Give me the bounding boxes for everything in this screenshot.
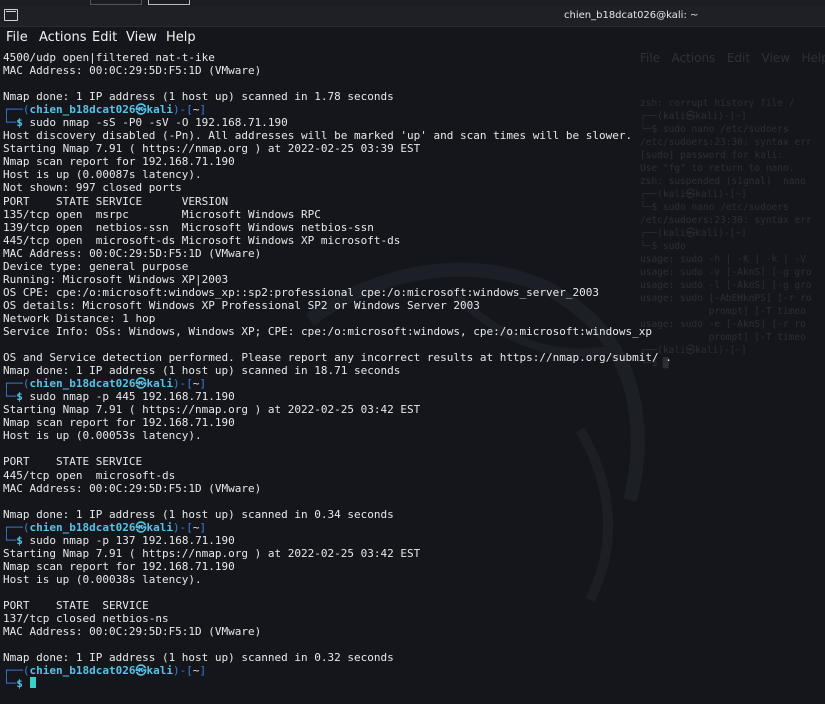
prompt-frame: ]: [199, 520, 207, 534]
prompt-frame: └─: [3, 677, 17, 691]
command-text: sudo nmap -p 445 192.168.71.190: [29, 390, 235, 404]
prompt-line: ┌──(chien_b18dcat026㉿kali)-[~]: [3, 521, 825, 534]
prompt-frame: ┌──(: [3, 664, 30, 678]
terminal-line: 139/tcp open netbios-ssn Microsoft Windo…: [3, 220, 374, 234]
prompt-frame: ]: [199, 103, 207, 117]
prompt-dollar: $: [16, 390, 30, 404]
menu-help[interactable]: Help: [166, 30, 196, 45]
prompt-user: chien_b18dcat026: [29, 520, 136, 534]
terminal-line: Host is up (0.00053s latency).: [3, 429, 202, 443]
prompt-separator: ㉿: [135, 520, 147, 534]
terminal-line: Nmap scan report for 192.168.71.190: [3, 416, 235, 430]
terminal-line: Starting Nmap 7.91 ( https://nmap.org ) …: [3, 403, 421, 417]
terminal-line: Nmap done: 1 IP address (1 host up) scan…: [3, 90, 394, 104]
window-titlebar: chien_b18dcat026@kali: ~: [0, 6, 825, 27]
terminal-line: MAC Address: 00:0C:29:5D:F5:1D (VMware): [3, 625, 262, 639]
prompt-separator: ㉿: [135, 664, 147, 678]
command-line: └─$ sudo nmap -p 137 192.168.71.190: [3, 534, 825, 547]
prompt-dollar: $: [16, 116, 30, 130]
prompt-frame: └─: [3, 390, 17, 404]
terminal-line: Nmap done: 1 IP address (1 host up) scan…: [3, 364, 401, 378]
menu-file[interactable]: File: [6, 30, 28, 45]
terminal-line: Nmap scan report for 192.168.71.190: [3, 155, 235, 169]
prompt-host: kali: [146, 103, 173, 117]
terminal-line: Host is up (0.00038s latency).: [3, 572, 202, 586]
terminal-line: OS CPE: cpe:/o:microsoft:windows_xp::sp2…: [3, 285, 600, 299]
terminal-line: Service Info: OSs: Windows, Windows XP; …: [3, 324, 653, 338]
command-line: └─$ sudo nmap -p 445 192.168.71.190: [3, 390, 825, 403]
input-line: └─$: [3, 677, 825, 690]
terminal-line: PORT STATE SERVICE: [3, 598, 149, 612]
taskbar-tab-active[interactable]: [148, 0, 190, 5]
prompt-frame: └─: [3, 116, 17, 130]
taskbar-tab[interactable]: [90, 0, 142, 5]
prompt-frame: ]: [199, 377, 207, 391]
terminal-line: Nmap done: 1 IP address (1 host up) scan…: [3, 507, 394, 521]
prompt-host: kali: [146, 520, 173, 534]
prompt-line: ┌──(chien_b18dcat026㉿kali)-[~]: [3, 664, 825, 677]
prompt-frame: ┌──(: [3, 377, 30, 391]
prompt-frame: └─: [3, 533, 17, 547]
prompt-user: chien_b18dcat026: [29, 664, 136, 678]
terminal-line: MAC Address: 00:0C:29:5D:F5:1D (VMware): [3, 481, 262, 495]
terminal-line: Host is up (0.00087s latency).: [3, 168, 202, 182]
terminal-line: Running: Microsoft Windows XP|2003: [3, 272, 229, 286]
terminal-line: Host discovery disabled (-Pn). All addre…: [3, 129, 633, 143]
terminal-line: 4500/udp open|filtered nat-t-ike: [3, 51, 215, 64]
terminal-line: PORT STATE SERVICE: [3, 455, 143, 469]
menu-actions[interactable]: Actions: [39, 30, 87, 45]
terminal-line: Device type: general purpose: [3, 259, 189, 273]
terminal-line: PORT STATE SERVICE VERSION: [3, 194, 229, 208]
terminal-line: 137/tcp closed netbios-ns: [3, 612, 169, 626]
prompt-frame: ┌──(: [3, 520, 30, 534]
prompt-frame: ┌──(: [3, 103, 30, 117]
prompt-host: kali: [146, 664, 173, 678]
command-text: sudo nmap -p 137 192.168.71.190: [29, 533, 235, 547]
menu-edit[interactable]: Edit: [92, 30, 117, 45]
text-cursor[interactable]: [29, 677, 36, 689]
prompt-separator: ㉿: [135, 377, 147, 391]
terminal-line: Starting Nmap 7.91 ( https://nmap.org ) …: [3, 546, 421, 560]
prompt-line: ┌──(chien_b18dcat026㉿kali)-[~]: [3, 377, 825, 390]
terminal-line: Nmap done: 1 IP address (1 host up) scan…: [3, 651, 394, 665]
terminal-line: 445/tcp open microsoft-ds Microsoft Wind…: [3, 233, 401, 247]
terminal-line: OS details: Microsoft Windows XP Profess…: [3, 298, 480, 312]
prompt-separator: ㉿: [135, 103, 147, 117]
terminal-line: MAC Address: 00:0C:29:5D:F5:1D (VMware): [3, 246, 262, 260]
command-line: └─$ sudo nmap -sS -P0 -sV -O 192.168.71.…: [3, 116, 825, 129]
prompt-user: chien_b18dcat026: [29, 377, 136, 391]
terminal-line: 445/tcp open microsoft-ds: [3, 468, 176, 482]
prompt-frame: ]: [199, 664, 207, 678]
prompt-frame: )-[: [172, 664, 193, 678]
prompt-frame: )-[: [172, 520, 193, 534]
menu-view[interactable]: View: [126, 30, 157, 45]
terminal-line: Not shown: 997 closed ports: [3, 181, 182, 195]
window-title: chien_b18dcat026@kali: ~: [564, 10, 699, 21]
prompt-dollar: $: [16, 533, 30, 547]
terminal-line: Starting Nmap 7.91 ( https://nmap.org ) …: [3, 142, 421, 156]
prompt-dollar: $: [16, 677, 30, 691]
terminal-icon[interactable]: [4, 9, 18, 21]
prompt-user: chien_b18dcat026: [29, 103, 136, 117]
prompt-frame: )-[: [172, 103, 193, 117]
command-text: sudo nmap -sS -P0 -sV -O 192.168.71.190: [29, 116, 288, 130]
prompt-frame: )-[: [172, 377, 193, 391]
prompt-line: ┌──(chien_b18dcat026㉿kali)-[~]: [3, 103, 825, 116]
terminal-line: Nmap scan report for 192.168.71.190: [3, 559, 235, 573]
terminal-line: 135/tcp open msrpc Microsoft Windows RPC: [3, 207, 321, 221]
terminal-line: OS and Service detection performed. Plea…: [3, 351, 672, 365]
terminal-output[interactable]: 4500/udp open|filtered nat-t-ike MAC Addr…: [3, 51, 825, 690]
terminal-line: MAC Address: 00:0C:29:5D:F5:1D (VMware): [3, 64, 262, 78]
terminal-line: Network Distance: 1 hop: [3, 311, 156, 325]
prompt-host: kali: [146, 377, 173, 391]
